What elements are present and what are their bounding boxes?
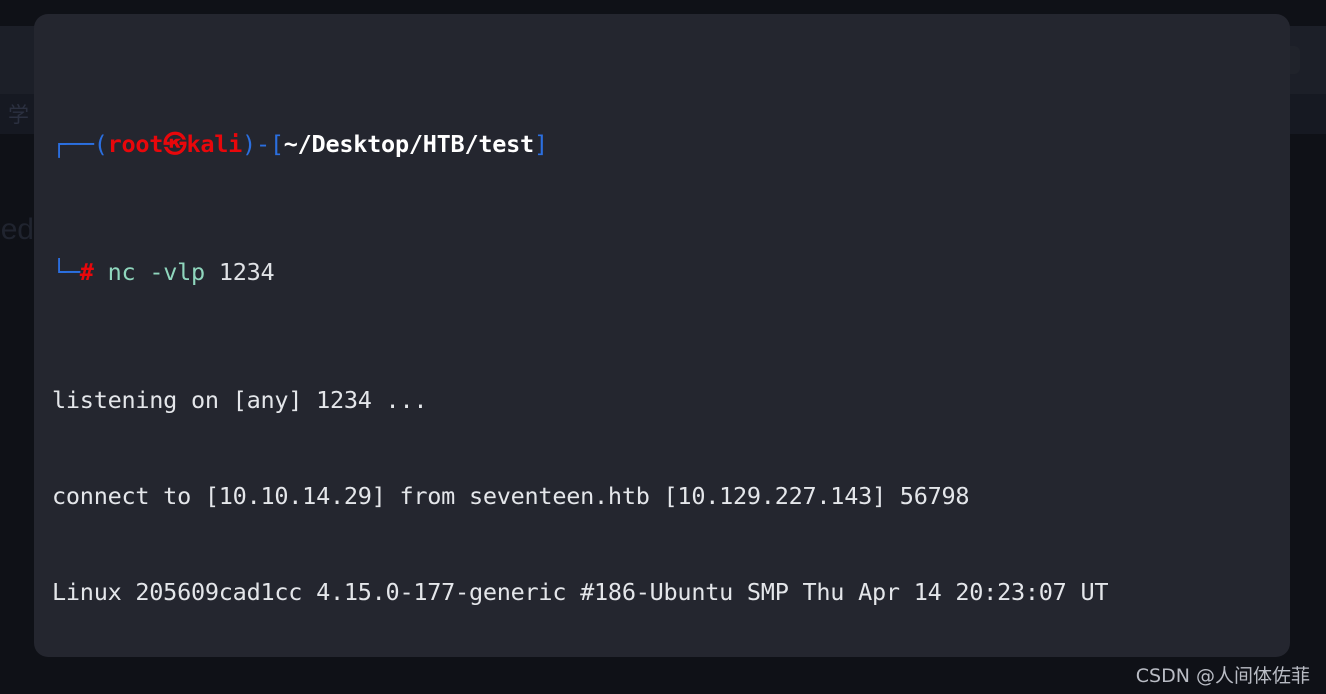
output-line: listening on [any] 1234 ...	[52, 386, 428, 414]
prompt-line-top: ┌──(root㉿kali)-[~/Desktop/HTB/test]	[52, 128, 1290, 160]
command-name: nc	[107, 258, 136, 286]
prompt-open-bracket: [	[269, 130, 284, 158]
prompt-open-paren: (	[93, 130, 108, 158]
prompt-box-bottom: └─	[52, 258, 80, 286]
command-flags: -vlp	[149, 258, 205, 286]
terminal-output-area[interactable]: ┌──(root㉿kali)-[~/Desktop/HTB/test] └─# …	[34, 14, 1290, 657]
prompt-close-paren: )	[242, 130, 256, 158]
command-arg: 1234	[218, 258, 275, 286]
bookmark-label: 学	[8, 103, 29, 127]
prompt-close-bracket: ]	[533, 130, 548, 158]
prompt-line-command: └─# nc -vlp 1234	[52, 256, 1290, 288]
prompt-dash: -	[255, 130, 270, 158]
prompt-user: root	[107, 130, 164, 158]
csdn-watermark: CSDN @人间体佐菲	[1135, 665, 1310, 687]
terminal-window[interactable]: ┌──(root㉿kali)-[~/Desktop/HTB/test] └─# …	[34, 14, 1290, 657]
command-space-2	[205, 258, 219, 286]
output-line: Linux 205609cad1cc 4.15.0-177-generic #1…	[52, 578, 1109, 606]
prompt-path: ~/Desktop/HTB/test	[283, 130, 534, 158]
bookmark-item: 学	[8, 99, 29, 129]
prompt-host: kali	[186, 130, 243, 158]
command-space-1	[135, 258, 149, 286]
output-line: connect to [10.10.14.29] from seventeen.…	[52, 482, 970, 510]
prompt-box-top: ┌──	[52, 130, 94, 158]
prompt-hash: #	[79, 258, 94, 286]
prompt-at-icon: ㉿	[163, 130, 187, 158]
